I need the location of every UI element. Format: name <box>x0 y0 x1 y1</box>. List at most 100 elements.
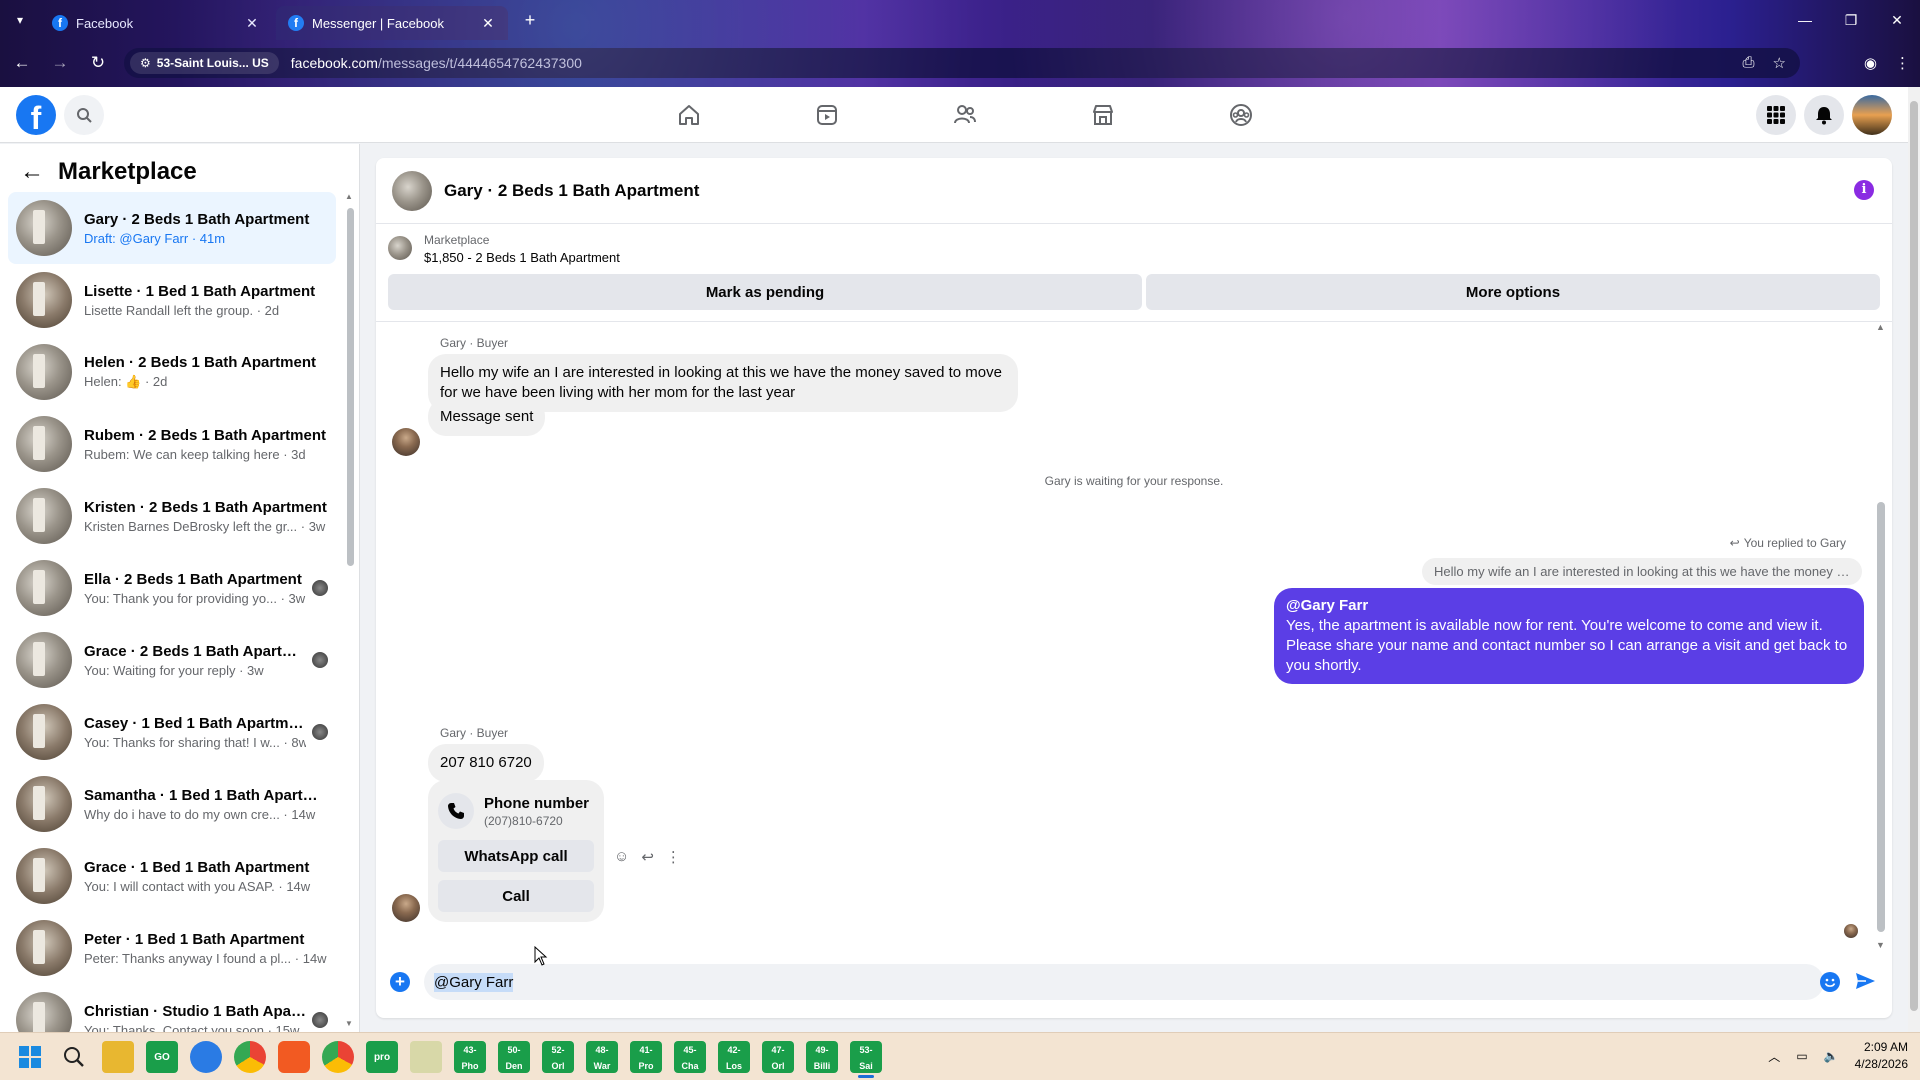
conversation-item[interactable]: Gary · 2 Beds 1 Bath Apartment Draft: @G… <box>8 192 336 264</box>
reload-icon[interactable]: ↻ <box>82 53 114 73</box>
app-icon-green[interactable]: GO <box>146 1041 178 1073</box>
chrome-icon[interactable] <box>234 1041 266 1073</box>
whatsapp-call-button[interactable]: WhatsApp call <box>438 840 594 872</box>
nav-video[interactable] <box>758 87 896 143</box>
tab-messenger[interactable]: f Messenger | Facebook ✕ <box>276 6 508 40</box>
sender-avatar[interactable] <box>392 894 420 922</box>
browser-icon[interactable] <box>190 1041 222 1073</box>
tab-search-chevron-icon[interactable]: ▾ <box>10 10 30 30</box>
incoming-message[interactable]: Message sent <box>428 398 546 436</box>
tray-overflow-chevron-icon[interactable]: ︿ <box>1768 1048 1780 1065</box>
outgoing-message[interactable]: @Gary Farr Yes, the apartment is availab… <box>1274 588 1864 684</box>
nav-groups[interactable] <box>1172 87 1310 143</box>
close-icon[interactable]: ✕ <box>480 15 496 32</box>
conversation-avatar[interactable] <box>392 170 432 211</box>
scroll-up-icon[interactable]: ▲ <box>1876 322 1885 332</box>
network-icon[interactable]: ▭ <box>1796 1049 1807 1063</box>
notifications-button[interactable] <box>1804 95 1844 135</box>
taskbar-app-43[interactable]: 43- Pho <box>454 1041 486 1073</box>
taskbar-app-52[interactable]: 52- Orl <box>542 1041 574 1073</box>
message-input[interactable]: @Gary Farr <box>424 964 1824 1000</box>
reply-icon[interactable]: ↩ <box>641 848 654 866</box>
message-scrollbar-thumb[interactable] <box>1877 502 1885 932</box>
page-scrollbar[interactable] <box>1908 87 1920 1032</box>
conversation-item[interactable]: Helen · 2 Beds 1 Bath Apartment Helen: 👍… <box>8 336 336 408</box>
menu-button[interactable] <box>1756 95 1796 135</box>
url-text[interactable]: facebook.com/messages/t/4444654762437300 <box>291 55 582 71</box>
volume-icon[interactable]: 🔈 <box>1824 1049 1839 1063</box>
address-bar[interactable]: ⚙ 53-Saint Louis... US facebook.com/mess… <box>124 48 1800 78</box>
file-explorer-icon[interactable] <box>102 1041 134 1073</box>
conversation-item[interactable]: Peter · 1 Bed 1 Bath Apartment Peter: Th… <box>8 912 336 984</box>
nav-home[interactable] <box>620 87 758 143</box>
conversation-preview: Kristen Barnes DeBrosky left the gr... ·… <box>84 518 326 534</box>
scroll-up-icon[interactable]: ▲ <box>345 192 353 201</box>
brave-icon[interactable] <box>278 1041 310 1073</box>
facebook-logo-icon[interactable]: f <box>16 95 56 135</box>
conversation-item[interactable]: Lisette · 1 Bed 1 Bath Apartment Lisette… <box>8 264 336 336</box>
call-button[interactable]: Call <box>438 880 594 912</box>
taskbar-app-42[interactable]: 42- Los <box>718 1041 750 1073</box>
listing-thumbnail[interactable] <box>388 236 412 260</box>
nav-marketplace[interactable] <box>1034 87 1172 143</box>
close-icon[interactable]: ✕ <box>244 15 260 32</box>
tab-facebook[interactable]: f Facebook ✕ <box>40 6 272 40</box>
react-emoji-icon[interactable]: ☺ <box>614 848 629 866</box>
taskbar-app-47[interactable]: 47- Orl <box>762 1041 794 1073</box>
site-info-chip[interactable]: ⚙ 53-Saint Louis... US <box>130 52 279 74</box>
taskbar-app-50[interactable]: 50- Den <box>498 1041 530 1073</box>
conversation-item[interactable]: Christian · Studio 1 Bath Apart... You: … <box>8 984 336 1032</box>
back-arrow-icon[interactable]: ← <box>20 158 44 186</box>
emoji-icon[interactable] <box>1820 972 1840 992</box>
forward-arrow-icon[interactable]: → <box>44 53 76 73</box>
listing-price[interactable]: $1,850 - 2 Beds 1 Bath Apartment <box>424 250 620 265</box>
sidebar-scrollbar[interactable]: ▲ ▼ <box>345 192 355 1028</box>
more-icon[interactable]: ⋮ <box>666 848 681 866</box>
conversation-item[interactable]: Grace · 1 Bed 1 Bath Apartment You: I wi… <box>8 840 336 912</box>
scroll-down-icon[interactable]: ▼ <box>345 1019 353 1028</box>
nav-friends[interactable] <box>896 87 1034 143</box>
window-close-icon[interactable]: ✕ <box>1874 0 1920 40</box>
taskbar-app-41[interactable]: 41- Pro <box>630 1041 662 1073</box>
app-icon-pro-tile[interactable]: pro <box>366 1041 398 1073</box>
kebab-menu-icon[interactable]: ⋮ <box>1895 54 1910 72</box>
taskbar-app-53[interactable]: 53- Sai <box>850 1041 882 1078</box>
send-icon[interactable] <box>1854 970 1876 996</box>
quoted-message[interactable]: Hello my wife an I are interested in loo… <box>1422 558 1862 585</box>
conversation-item[interactable]: Casey · 1 Bed 1 Bath Apartment You: Than… <box>8 696 336 768</box>
clock[interactable]: 2:09 AM 4/28/2026 <box>1855 1039 1908 1073</box>
conversation-item[interactable]: Rubem · 2 Beds 1 Bath Apartment Rubem: W… <box>8 408 336 480</box>
more-options-button[interactable]: More options <box>1146 274 1880 310</box>
chat-title[interactable]: Gary · 2 Beds 1 Bath Apartment <box>444 181 699 201</box>
marketplace-icon <box>1093 105 1113 125</box>
taskbar-search-icon[interactable] <box>58 1041 90 1073</box>
conversation-item[interactable]: Kristen · 2 Beds 1 Bath Apartment Kriste… <box>8 480 336 552</box>
conversation-item[interactable]: Samantha · 1 Bed 1 Bath Apartm... Why do… <box>8 768 336 840</box>
search-button[interactable] <box>64 95 104 135</box>
scroll-down-icon[interactable]: ▼ <box>1876 940 1885 950</box>
chrome-profile-icon[interactable] <box>322 1041 354 1073</box>
sender-avatar[interactable] <box>392 428 420 456</box>
install-app-icon[interactable]: ⎙ <box>1743 54 1755 72</box>
incoming-message[interactable]: 207 810 6720 <box>428 744 544 782</box>
sidebar-scrollbar-thumb[interactable] <box>347 208 354 566</box>
conversation-item[interactable]: Ella · 2 Beds 1 Bath Apartment You: Than… <box>8 552 336 624</box>
taskbar-app-49[interactable]: 49- Billi <box>806 1041 838 1073</box>
profile-icon[interactable]: ◉ <box>1864 54 1877 72</box>
plus-icon[interactable]: + <box>390 972 410 992</box>
info-icon[interactable]: i <box>1854 180 1874 200</box>
minimize-icon[interactable]: — <box>1782 0 1828 40</box>
bookmark-star-icon[interactable]: ☆ <box>1773 54 1786 72</box>
taskbar-app-45[interactable]: 45- Cha <box>674 1041 706 1073</box>
conversation-item[interactable]: Grace · 2 Beds 1 Bath Apartme... You: Wa… <box>8 624 336 696</box>
restore-icon[interactable]: ❐ <box>1828 0 1874 40</box>
windows-start-icon[interactable] <box>14 1041 46 1073</box>
notepad-icon[interactable] <box>410 1041 442 1073</box>
back-arrow-icon[interactable]: ← <box>6 53 38 73</box>
taskbar-app-48[interactable]: 48- War <box>586 1041 618 1073</box>
mark-as-pending-button[interactable]: Mark as pending <box>388 274 1142 310</box>
message-scrollbar[interactable]: ▲ ▼ <box>1876 322 1886 950</box>
profile-avatar[interactable] <box>1852 95 1892 135</box>
new-tab-button[interactable]: + <box>520 10 540 31</box>
page-scrollbar-thumb[interactable] <box>1910 101 1918 1011</box>
